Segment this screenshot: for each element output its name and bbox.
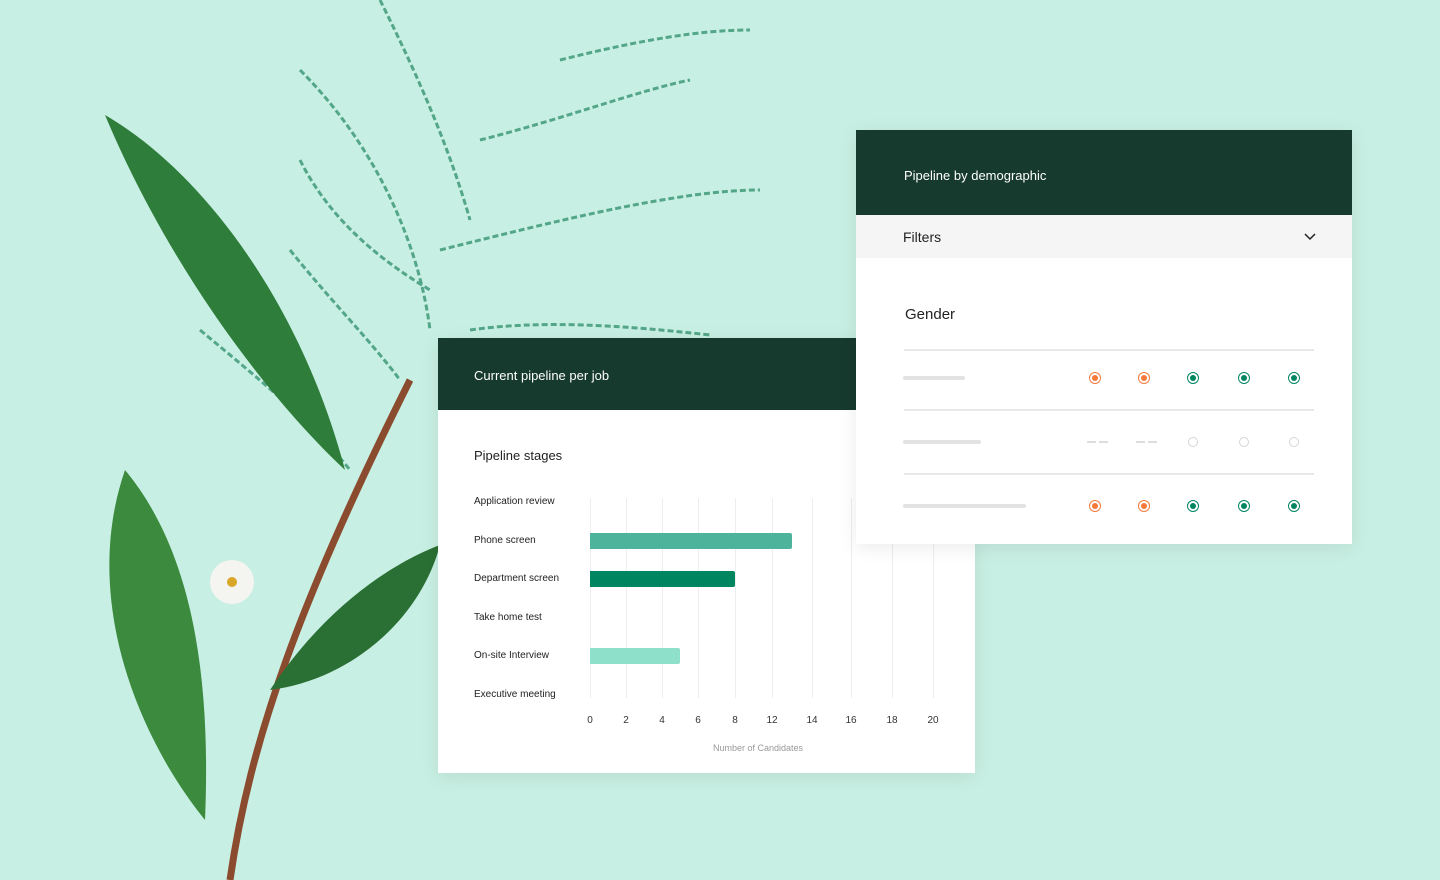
label-placeholder	[903, 504, 1026, 508]
bar	[590, 648, 680, 665]
demographic-card-header: Pipeline by demographic	[856, 130, 1352, 215]
gridline	[626, 498, 627, 698]
radio-orange[interactable]	[1089, 500, 1101, 512]
radio-green[interactable]	[1288, 372, 1300, 384]
bar	[590, 571, 735, 588]
dash-placeholder	[1099, 441, 1108, 443]
filters-label: Filters	[903, 229, 942, 245]
x-tick-label: 2	[623, 715, 629, 726]
category-label: On-site Interview	[474, 650, 550, 662]
x-tick-label: 6	[695, 715, 701, 726]
gridline	[698, 498, 699, 698]
radio-green[interactable]	[1187, 500, 1199, 512]
x-tick-label: 16	[845, 715, 857, 726]
radio-green[interactable]	[1187, 372, 1199, 384]
dash-placeholder	[1148, 441, 1157, 443]
radio-empty[interactable]	[1188, 437, 1198, 447]
x-tick-label: 4	[659, 715, 665, 726]
gridline	[590, 498, 591, 698]
radio-empty[interactable]	[1239, 437, 1249, 447]
chart-subtitle: Pipeline stages	[474, 448, 563, 463]
label-placeholder	[903, 376, 965, 380]
x-tick-label: 0	[587, 715, 593, 726]
radio-green[interactable]	[1238, 500, 1250, 512]
filters-dropdown[interactable]: Filters	[856, 215, 1352, 258]
category-label: Application review	[474, 496, 555, 507]
x-tick-label: 18	[886, 715, 898, 726]
card-title: Pipeline by demographic	[904, 168, 1047, 183]
divider	[904, 473, 1314, 475]
radio-orange[interactable]	[1138, 372, 1150, 384]
category-label: Executive meeting	[474, 689, 556, 700]
x-tick-label: 14	[806, 715, 818, 726]
gridline	[735, 498, 736, 698]
divider	[904, 349, 1314, 351]
dash-placeholder	[1136, 441, 1145, 443]
gridline	[772, 498, 773, 698]
x-tick-label: 12	[766, 715, 778, 726]
category-label: Department screen	[474, 573, 560, 585]
radio-orange[interactable]	[1089, 372, 1101, 384]
radio-empty[interactable]	[1289, 437, 1299, 447]
divider	[904, 409, 1314, 411]
gridline	[662, 498, 663, 698]
chevron-down-icon	[1304, 233, 1316, 241]
category-label: Phone screen	[474, 534, 536, 546]
gender-heading: Gender	[905, 306, 956, 323]
label-placeholder	[903, 440, 981, 444]
gridline	[812, 498, 813, 698]
bar	[590, 532, 792, 549]
x-tick-label: 20	[927, 715, 939, 726]
radio-green[interactable]	[1288, 500, 1300, 512]
radio-green[interactable]	[1238, 372, 1250, 384]
x-tick-label: 8	[732, 715, 738, 726]
radio-orange[interactable]	[1138, 500, 1150, 512]
gridline	[851, 498, 852, 698]
demographic-card: Pipeline by demographic Filters Gender	[856, 130, 1352, 544]
x-axis-label: Number of Candidates	[713, 743, 804, 753]
card-title: Current pipeline per job	[474, 368, 610, 383]
dash-placeholder	[1087, 441, 1096, 443]
category-label: Take home test	[474, 611, 542, 623]
